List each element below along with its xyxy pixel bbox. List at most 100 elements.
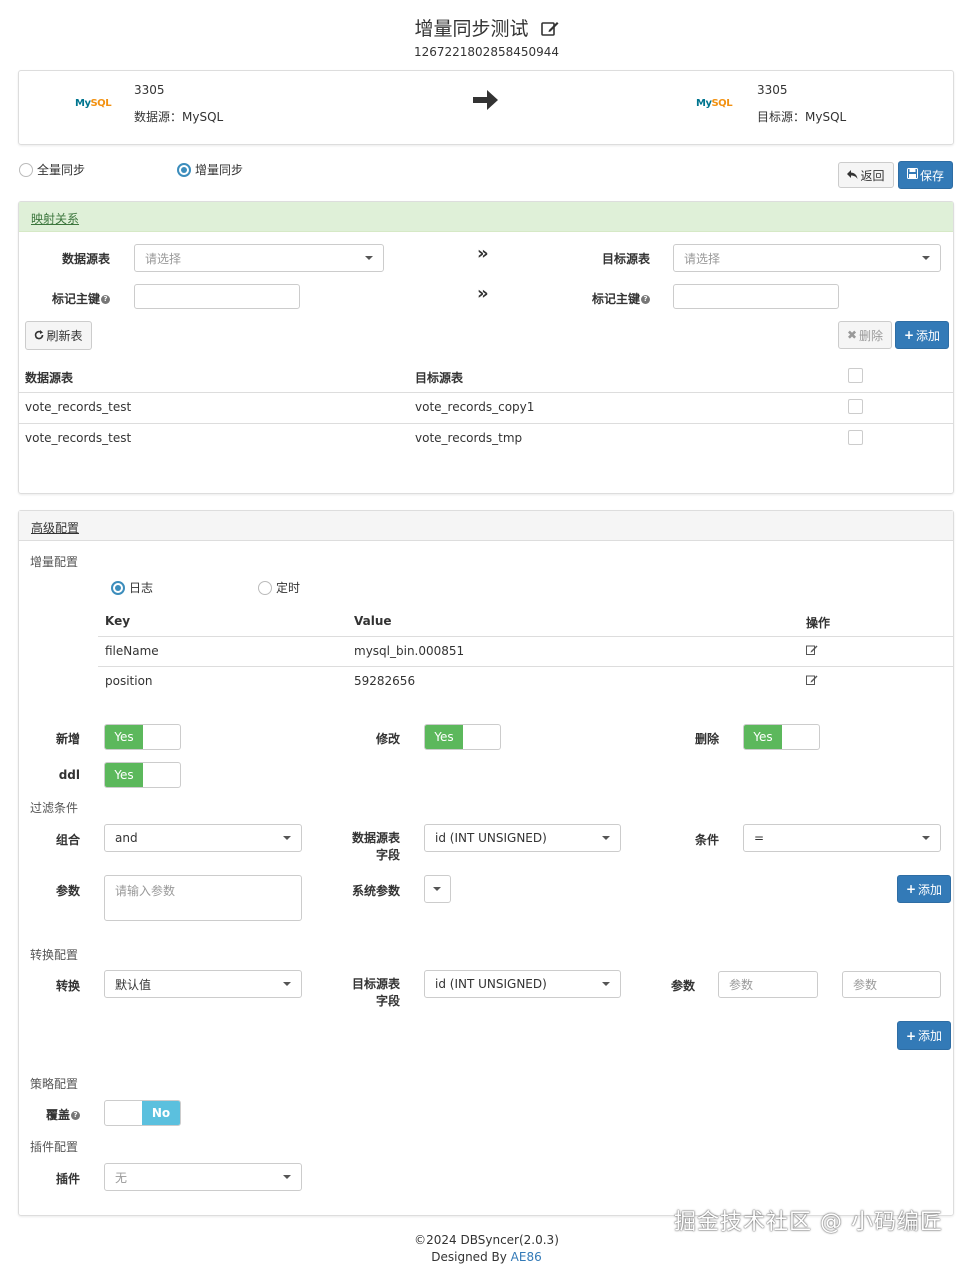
column-header-source: 数据源表: [25, 371, 74, 385]
add-filter-button[interactable]: + 添加: [897, 875, 951, 903]
param-label: 参数: [55, 884, 80, 898]
mysql-logo-source: MySQL: [75, 98, 112, 109]
connector-panel: MySQL 3305 数据源：MySQL MySQL 3305 目标源：MySQ…: [18, 70, 954, 145]
back-button[interactable]: 返回: [838, 162, 894, 188]
update-toggle[interactable]: Yes: [424, 724, 501, 750]
delete-mapping-button[interactable]: ✖ 删除: [838, 321, 892, 349]
source-field-label: 数据源表 字段: [351, 831, 400, 862]
condition-select[interactable]: =: [743, 824, 941, 852]
condition-label: 条件: [694, 833, 719, 847]
caret-down-icon: [283, 836, 291, 840]
row-checkbox[interactable]: [848, 399, 863, 414]
target-pk-label: 标记主键?: [580, 290, 650, 307]
help-icon[interactable]: ?: [71, 1111, 80, 1120]
radio-incremental-sync[interactable]: 增量同步: [177, 161, 243, 178]
combine-label: 组合: [55, 833, 80, 847]
plugin-section-label: 插件配置: [30, 1140, 79, 1154]
overwrite-toggle[interactable]: No: [104, 1100, 181, 1126]
filter-section-label: 过滤条件: [30, 801, 79, 815]
plus-icon: +: [905, 1028, 917, 1043]
kv-key: position: [105, 674, 153, 688]
source-type: 数据源：MySQL: [134, 110, 224, 124]
radio-log[interactable]: 日志: [111, 579, 153, 596]
source-table-select[interactable]: 请选择: [134, 244, 384, 272]
add-mapping-button[interactable]: + 添加: [895, 321, 949, 349]
advanced-title[interactable]: 高级配置: [31, 519, 79, 536]
caret-down-icon: [433, 887, 441, 891]
delete-label: 删除: [694, 732, 719, 746]
convert-param-input[interactable]: 参数: [718, 971, 818, 998]
help-icon[interactable]: ?: [641, 295, 650, 304]
select-all-checkbox[interactable]: [848, 368, 863, 383]
system-param-label: 系统参数: [351, 884, 400, 898]
edit-icon[interactable]: [540, 19, 559, 41]
target-field-select[interactable]: id (INT UNSIGNED): [424, 970, 621, 998]
task-id: 1267221802858450944: [413, 45, 560, 59]
kv-key: fileName: [105, 644, 159, 658]
refresh-tables-button[interactable]: 刷新表: [25, 321, 92, 350]
table-row-source[interactable]: vote_records_test: [25, 400, 131, 414]
ddl-label: ddl: [58, 768, 80, 782]
target-type: 目标源：MySQL: [757, 110, 847, 124]
column-header-target: 目标源表: [415, 371, 464, 385]
convert-select[interactable]: 默认值: [104, 970, 302, 998]
system-param-select[interactable]: [424, 875, 451, 903]
target-field-label: 目标源表 字段: [351, 977, 400, 1008]
param-textarea[interactable]: 请输入参数: [104, 875, 302, 921]
convert-section-label: 转换配置: [30, 948, 79, 962]
refresh-icon: [34, 329, 44, 343]
mysql-logo-target: MySQL: [696, 98, 733, 109]
divider: [98, 666, 953, 667]
incremental-config-label: 增量配置: [30, 555, 79, 569]
row-checkbox[interactable]: [848, 430, 863, 445]
target-table-select[interactable]: 请选择: [673, 244, 941, 272]
edit-icon[interactable]: [806, 644, 818, 658]
kv-header-key: Key: [105, 614, 131, 628]
advanced-panel-header: 高级配置: [19, 511, 953, 541]
radio-icon: [19, 162, 33, 177]
convert-param-label: 参数: [670, 979, 695, 993]
author-link[interactable]: AE86: [511, 1250, 542, 1264]
divider: [19, 423, 953, 424]
close-icon: ✖: [846, 328, 858, 342]
insert-toggle[interactable]: Yes: [104, 724, 181, 750]
radio-checked-icon: [111, 580, 125, 595]
plugin-label: 插件: [55, 1172, 80, 1186]
caret-down-icon: [922, 836, 930, 840]
footer-designed: Designed By AE86: [431, 1250, 542, 1264]
edit-icon[interactable]: [806, 674, 818, 688]
save-icon: [906, 168, 918, 182]
update-label: 修改: [375, 732, 400, 746]
source-table-label: 数据源表: [61, 252, 110, 266]
table-row-target[interactable]: vote_records_tmp: [415, 431, 522, 445]
delete-toggle[interactable]: Yes: [743, 724, 820, 750]
radio-full-sync[interactable]: 全量同步: [19, 161, 85, 178]
caret-down-icon: [283, 1175, 291, 1179]
source-pk-input[interactable]: [134, 284, 300, 309]
target-pk-input[interactable]: [673, 284, 839, 309]
divider: [98, 636, 953, 637]
caret-down-icon: [283, 982, 291, 986]
combine-select[interactable]: and: [104, 824, 302, 852]
convert-param2-input[interactable]: 参数: [842, 971, 941, 998]
help-icon[interactable]: ?: [101, 295, 110, 304]
mapping-panel-header: 映射关系: [19, 202, 953, 232]
convert-label: 转换: [55, 979, 80, 993]
radio-timer[interactable]: 定时: [258, 579, 300, 596]
double-chevron-icon: »: [477, 283, 489, 304]
radio-icon: [258, 580, 272, 595]
mapping-title[interactable]: 映射关系: [31, 210, 79, 227]
plugin-select[interactable]: 无: [104, 1163, 302, 1191]
watermark-text: 掘金技术社区 @ 小码编匠: [674, 1210, 943, 1235]
caret-down-icon: [602, 836, 610, 840]
target-port: 3305: [757, 83, 788, 97]
caret-down-icon: [602, 982, 610, 986]
divider: [19, 392, 953, 393]
ddl-toggle[interactable]: Yes: [104, 762, 181, 788]
source-field-select[interactable]: id (INT UNSIGNED): [424, 824, 621, 852]
add-convert-button[interactable]: + 添加: [897, 1021, 951, 1050]
table-row-target[interactable]: vote_records_copy1: [415, 400, 534, 414]
table-row-source[interactable]: vote_records_test: [25, 431, 131, 445]
target-table-label: 目标源表: [601, 252, 650, 266]
save-button[interactable]: 保存: [898, 161, 953, 189]
